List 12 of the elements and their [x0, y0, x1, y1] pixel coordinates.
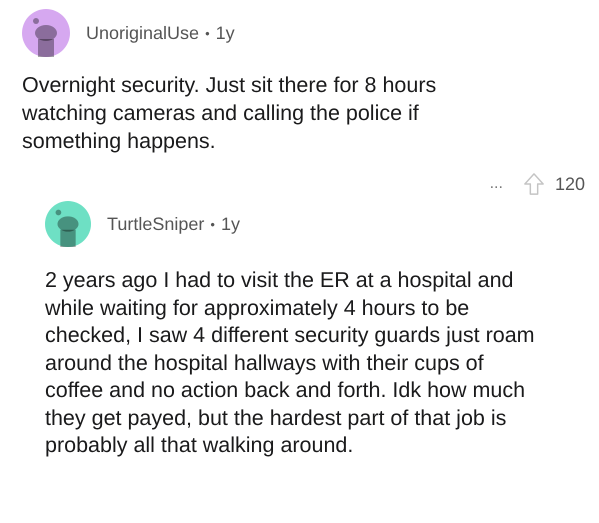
- comment-text: Overnight security. Just sit there for 8 hours watching cameras and calling the police if something happens.: [22, 72, 438, 155]
- more-options-button[interactable]: ...: [490, 175, 513, 193]
- vote-count: 120: [554, 174, 585, 194]
- comment-age: 1y: [216, 22, 235, 44]
- avatar-icon[interactable]: [22, 9, 70, 57]
- username[interactable]: UnoriginalUse: [86, 22, 200, 44]
- username[interactable]: TurtleSniper: [107, 214, 204, 234]
- separator-dot: •: [205, 26, 210, 40]
- comment-age: 1y: [220, 214, 240, 234]
- separator-dot: •: [210, 216, 215, 232]
- comment-text: 2 years ago I had to visit the ER at a hospital and while waiting for approximately 4 hours to be checked, I saw 4 different security guards just roam around the hospital hallways with their cups of coffee and no action back and forth. Idk how much they get payed, but the hardest part of that job is probably all that walking around.: [45, 267, 536, 459]
- avatar-icon[interactable]: [45, 201, 91, 247]
